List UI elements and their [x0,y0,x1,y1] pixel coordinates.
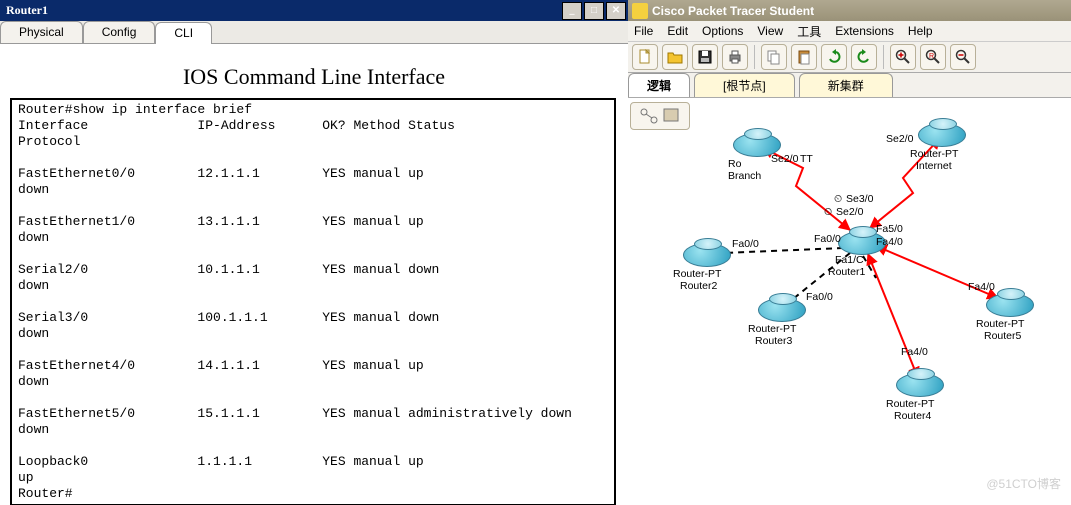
device-router1-name: Router1 [828,266,865,278]
label-clock1: ⏲ [834,193,842,206]
router1-tabs: Physical Config CLI [0,21,628,44]
minimize-button[interactable]: _ [562,2,582,20]
copy-icon[interactable] [761,44,787,70]
label-branch-se20: Se2/0 [771,153,798,165]
device-router2-name: Router2 [680,280,717,292]
device-internet-model: Router-PT [910,148,958,160]
tab-config[interactable]: Config [83,21,156,43]
print-icon[interactable] [722,44,748,70]
root-node-button[interactable]: [根节点] [694,73,795,97]
label-r2-fa00: Fa0/0 [732,238,759,250]
device-internet[interactable] [918,123,966,147]
pt-menubar: File Edit Options View 工具 Extensions Hel… [628,21,1071,42]
label-r3-fa00: Fa0/0 [806,291,833,303]
watermark: @51CTO博客 [986,475,1061,492]
device-router3-model: Router-PT [748,323,796,335]
new-cluster-button[interactable]: 新集群 [799,73,893,97]
device-router5-name: Router5 [984,330,1021,342]
tab-cli[interactable]: CLI [155,22,212,44]
app-icon [632,3,648,19]
zoom-out-icon[interactable] [950,44,976,70]
label-r1-fa40: Fa4/0 [876,236,903,248]
label-r1-se30: Se3/0 [846,193,873,205]
topology-canvas[interactable]: Ro Branch Router-PT Internet Fa1/C Route… [628,98,1071,498]
zoom-reset-icon[interactable]: R [920,44,946,70]
label-r5-fa40: Fa4/0 [968,281,995,293]
cli-heading: IOS Command Line Interface [0,64,628,90]
menu-options[interactable]: Options [702,24,743,38]
device-router1-model: Fa1/C [835,254,864,266]
device-router5[interactable] [986,293,1034,317]
label-r1-se20: Se2/0 [836,206,863,218]
pt-titlebar[interactable]: Cisco Packet Tracer Student [628,0,1071,21]
label-r1-fa50: Fa5/0 [876,223,903,235]
svg-text:R: R [929,53,934,60]
maximize-button[interactable]: □ [584,2,604,20]
tab-logical[interactable]: 逻辑 [628,73,690,97]
window-controls: _ □ ✕ [562,2,626,20]
undo-icon[interactable] [821,44,847,70]
label-clock2: ⏲ [824,206,832,219]
device-router3[interactable] [758,298,806,322]
redo-icon[interactable] [851,44,877,70]
packet-tracer-window: Cisco Packet Tracer Student File Edit Op… [628,0,1071,505]
cli-output[interactable]: Router#show ip interface brief Interface… [18,102,608,502]
device-router5-model: Router-PT [976,318,1024,330]
pt-toolbar: R [628,42,1071,73]
toolbar-separator-2 [883,45,884,69]
new-file-icon[interactable] [632,44,658,70]
menu-edit[interactable]: Edit [667,24,688,38]
device-router4-model: Router-PT [886,398,934,410]
menu-extensions[interactable]: Extensions [835,24,894,38]
device-branch-model: Ro [728,158,741,170]
router1-titlebar[interactable]: Router1 _ □ ✕ [0,0,628,21]
menu-file[interactable]: File [634,24,653,38]
zoom-in-icon[interactable] [890,44,916,70]
pt-tabstrip: 逻辑 [根节点] 新集群 [628,73,1071,98]
tab-physical[interactable]: Physical [0,21,83,43]
label-internet-se20: Se2/0 [886,133,913,145]
paste-icon[interactable] [791,44,817,70]
router1-title: Router1 [2,3,562,18]
device-branch-name: Branch [728,170,761,182]
device-router4[interactable] [896,373,944,397]
device-router2[interactable] [683,243,731,267]
pt-title: Cisco Packet Tracer Student [652,4,814,18]
menu-tools[interactable]: 工具 [797,23,821,40]
label-branch-tt: TT [800,153,813,165]
device-internet-name: Internet [916,160,952,172]
toolbar-separator [754,45,755,69]
menu-view[interactable]: View [757,24,783,38]
label-r4-fa40: Fa4/0 [901,346,928,358]
label-r1-fa00: Fa0/0 [814,233,841,245]
close-button[interactable]: ✕ [606,2,626,20]
cli-terminal[interactable]: Router#show ip interface brief Interface… [10,98,616,505]
open-file-icon[interactable] [662,44,688,70]
save-file-icon[interactable] [692,44,718,70]
device-router4-name: Router4 [894,410,931,422]
device-router2-model: Router-PT [673,268,721,280]
router1-window: Router1 _ □ ✕ Physical Config CLI IOS Co… [0,0,628,505]
menu-help[interactable]: Help [908,24,933,38]
device-router3-name: Router3 [755,335,792,347]
